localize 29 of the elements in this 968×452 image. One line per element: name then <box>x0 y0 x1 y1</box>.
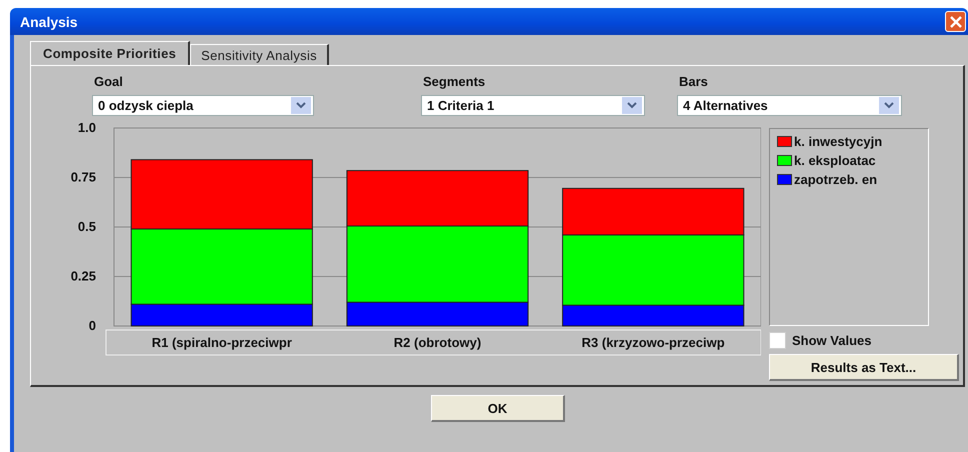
chevron-icon <box>291 97 311 114</box>
axis-tick-label: 0 <box>88 318 96 333</box>
tab[interactable]: Composite Priorities <box>30 41 190 65</box>
field-label: Goal <box>93 74 124 89</box>
close-icon <box>948 14 962 28</box>
tab[interactable]: Sensitivity Analysis <box>190 44 329 65</box>
axis-tick-label: 0.5 <box>78 219 96 234</box>
category-label: R1 (spiralno-przeciwpr <box>152 335 292 350</box>
axis-tick-label: 0.75 <box>70 170 96 184</box>
category-label: R3 (krzyzowo-przeciwp <box>582 335 725 350</box>
dropdown[interactable]: 0 odzysk ciepla <box>92 95 314 116</box>
field-label: Bars <box>678 74 709 89</box>
chevron-icon <box>622 97 642 114</box>
category-label: R2 (obrotowy) <box>394 335 482 350</box>
ok-button[interactable]: OK <box>431 395 565 422</box>
window-title: Analysis <box>20 14 78 30</box>
legend-label: k. inwestycyjn <box>794 134 882 149</box>
field-label: Segments <box>422 74 486 89</box>
checkbox[interactable] <box>769 332 786 349</box>
results-as-text-button[interactable]: Results as Text... <box>769 354 959 381</box>
legend-label: k. eksploatac <box>794 153 876 168</box>
dropdown[interactable]: 4 Alternatives <box>677 95 902 116</box>
legend-label: zapotrzeb. en <box>794 172 878 187</box>
axis-tick-label: 0.25 <box>70 268 96 284</box>
close-button[interactable] <box>945 11 966 32</box>
dropdown[interactable]: 1 Criteria 1 <box>421 95 645 116</box>
chevron-icon <box>879 97 899 114</box>
axis-tick-label: 1.0 <box>78 120 96 135</box>
checkbox-label: Show Values <box>792 333 872 348</box>
